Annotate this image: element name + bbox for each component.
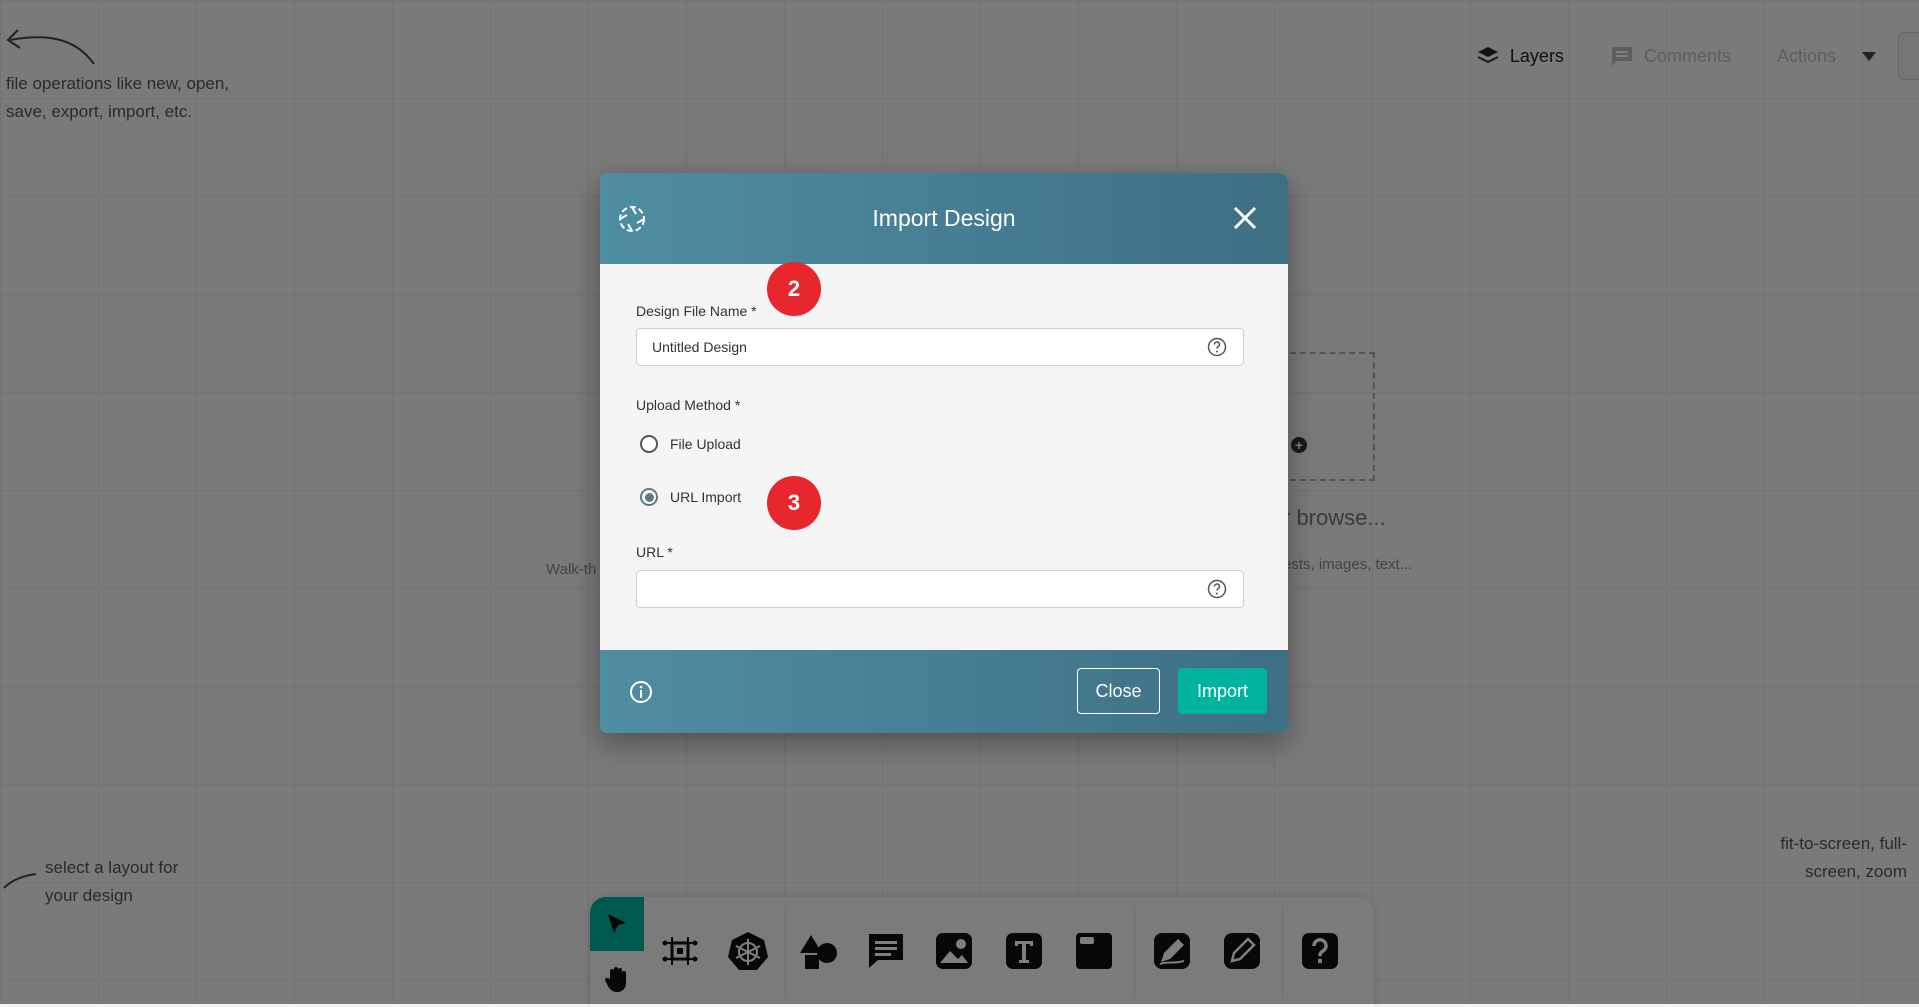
file-upload-option[interactable]: File Upload — [640, 435, 741, 453]
step-badge-2: 2 — [767, 262, 821, 316]
help-icon[interactable] — [1207, 337, 1227, 357]
modal-title: Import Design — [872, 205, 1016, 231]
design-file-name-input[interactable] — [636, 328, 1244, 366]
close-button[interactable]: Close — [1077, 668, 1160, 714]
design-file-name-label: Design File Name * — [636, 303, 757, 319]
url-input[interactable] — [636, 570, 1244, 608]
import-design-modal: Import Design Design File Name * Upload … — [600, 173, 1288, 733]
url-import-radio[interactable] — [640, 488, 658, 506]
close-icon[interactable] — [1232, 205, 1258, 231]
modal-header: Import Design — [600, 173, 1288, 264]
radio-selected-dot — [644, 492, 654, 502]
upload-method-label: Upload Method * — [636, 397, 741, 413]
modal-footer: Close Import — [600, 650, 1288, 733]
help-icon[interactable] — [1207, 579, 1227, 599]
info-icon[interactable] — [629, 680, 653, 704]
import-button[interactable]: Import — [1178, 668, 1267, 714]
url-label: URL * — [636, 544, 673, 560]
step-badge-3: 3 — [767, 476, 821, 530]
url-import-option[interactable]: URL Import — [640, 488, 741, 506]
url-import-label: URL Import — [670, 489, 742, 505]
file-upload-radio[interactable] — [640, 435, 658, 453]
file-upload-label: File Upload — [670, 436, 741, 452]
